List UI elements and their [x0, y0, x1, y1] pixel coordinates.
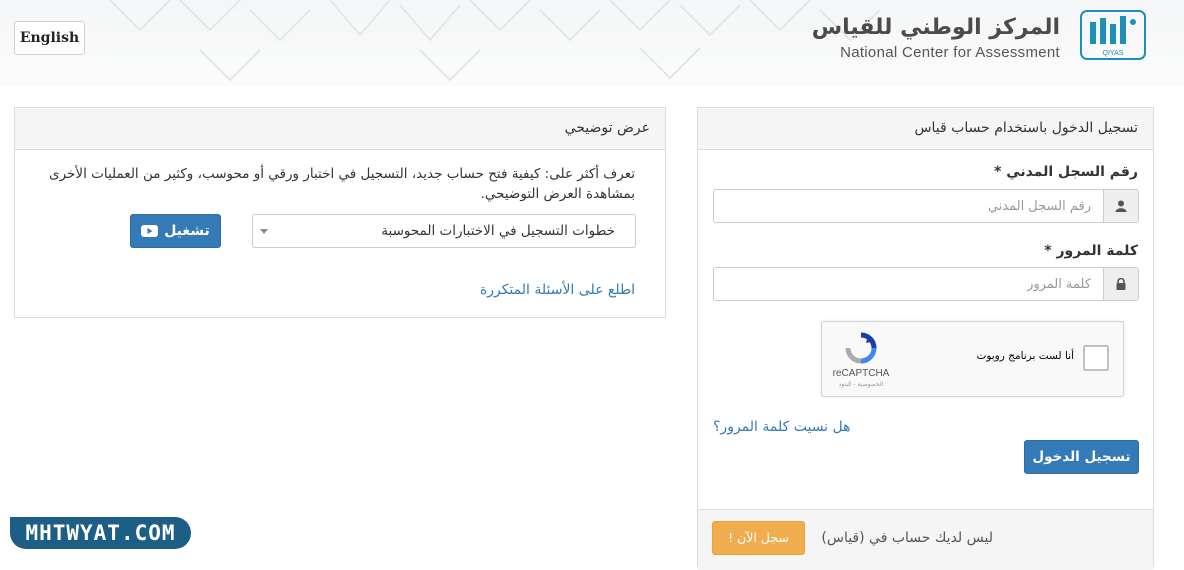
password-input[interactable] [714, 268, 1103, 300]
login-panel-title: تسجيل الدخول باستخدام حساب قياس [698, 108, 1153, 150]
caret-down-icon [260, 229, 268, 234]
logo-text: QIYAS [1103, 50, 1124, 57]
login-panel: تسجيل الدخول باستخدام حساب قياس رقم السج… [697, 107, 1154, 570]
forgot-password-link[interactable]: هل نسيت كلمة المرور؟ [713, 419, 851, 435]
recaptcha-label: أنا لست برنامج روبوت [976, 350, 1074, 362]
demo-description: تعرف أكثر على: كيفية فتح حساب جديد، التس… [49, 166, 635, 202]
national-id-input[interactable] [714, 190, 1103, 222]
demo-panel-title: عرض توضيحي [15, 108, 665, 150]
login-button[interactable]: تسجيل الدخول [1024, 440, 1139, 474]
password-label: كلمة المرور * [1044, 243, 1138, 259]
national-id-label: رقم السجل المدني * [994, 164, 1138, 180]
demo-topic-selected: خطوات التسجيل في الاختبارات المحوسبة [381, 223, 615, 239]
recaptcha-logo-icon [845, 332, 877, 364]
site-header: English المركز الوطني للقياس National Ce… [0, 0, 1184, 86]
play-button[interactable]: تشغيل [130, 214, 221, 248]
recaptcha-widget: أنا لست برنامج روبوت reCAPTCHA الخصوصية … [821, 321, 1124, 397]
youtube-play-icon [141, 225, 159, 237]
recaptcha-brand: reCAPTCHA [832, 368, 890, 379]
qiyas-logo-icon: QIYAS [1080, 10, 1146, 60]
national-id-field-group [713, 189, 1139, 223]
no-account-text: ليس لديك حساب في (قياس) [821, 530, 993, 546]
lock-icon [1103, 268, 1138, 300]
recaptcha-privacy-terms[interactable]: الخصوصية - البنود [828, 381, 894, 388]
demo-topic-select[interactable]: خطوات التسجيل في الاختبارات المحوسبة [252, 214, 636, 248]
password-field-group [713, 267, 1139, 301]
faq-link[interactable]: اطلع على الأسئلة المتكررة [480, 282, 635, 298]
user-icon [1103, 190, 1138, 222]
brand-name: المركز الوطني للقياس National Center for… [811, 14, 1061, 62]
brand-name-arabic: المركز الوطني للقياس [811, 15, 1061, 40]
english-language-button[interactable]: English [14, 21, 85, 55]
play-button-label: تشغيل [164, 223, 210, 239]
register-now-button[interactable]: سجل الآن ! [712, 521, 805, 555]
demo-panel: عرض توضيحي تعرف أكثر على: كيفية فتح حساب… [14, 107, 666, 318]
brand-name-english: National Center for Assessment [840, 44, 1060, 61]
site-watermark: MHTWYAT.COM [10, 517, 191, 549]
recaptcha-checkbox[interactable] [1083, 345, 1109, 371]
